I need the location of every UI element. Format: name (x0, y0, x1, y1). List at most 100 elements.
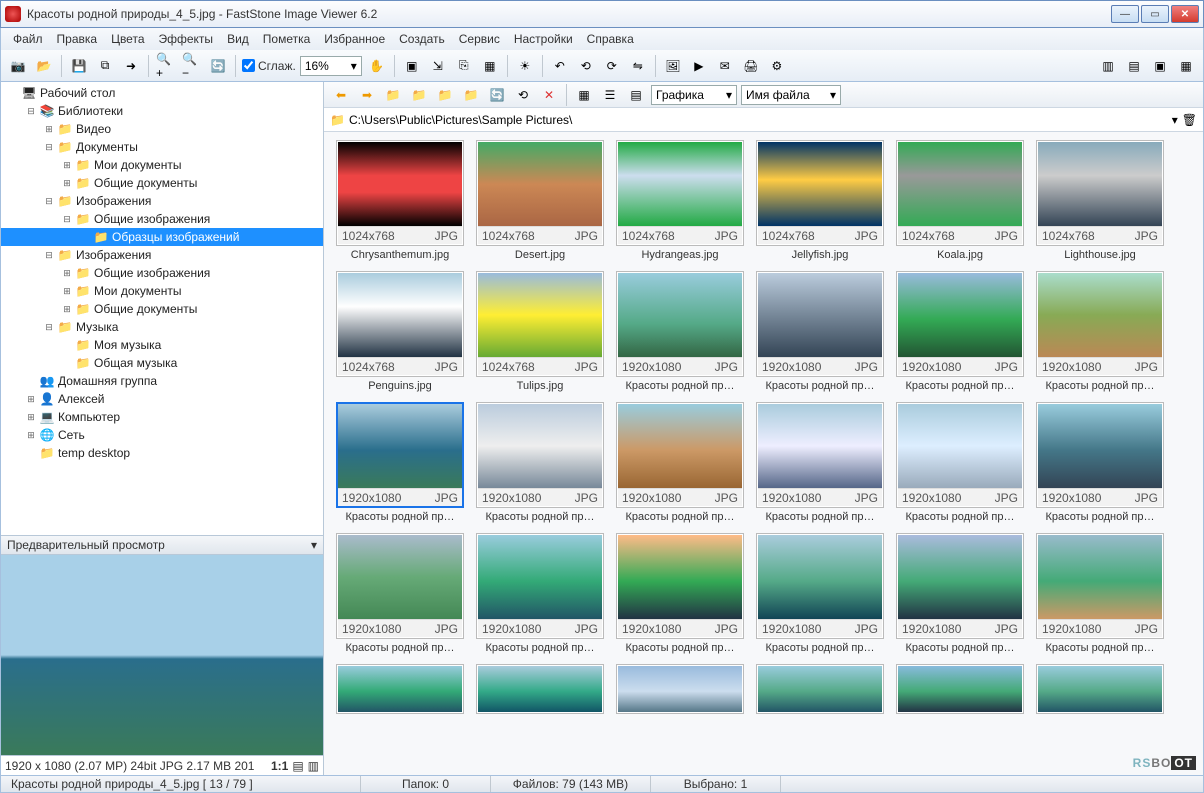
thumbnail[interactable]: 1024x768JPGDesert.jpg (476, 140, 604, 265)
menu-Создать[interactable]: Создать (393, 30, 451, 48)
trash-icon[interactable]: 🗑 (1182, 113, 1197, 127)
preview-pane[interactable] (1, 555, 323, 755)
wallpaper-icon[interactable]: 🖼 (662, 55, 684, 77)
thumbs-view-icon[interactable]: ▦ (573, 84, 595, 106)
minimize-button[interactable]: — (1111, 5, 1139, 23)
list-view-icon[interactable]: ☰ (599, 84, 621, 106)
copy-icon[interactable]: ⧉ (94, 55, 116, 77)
chevron-down-icon[interactable]: ▾ (311, 538, 317, 552)
sort-combo[interactable]: Имя файла▾ (741, 85, 841, 105)
close-button[interactable]: ✕ (1171, 5, 1199, 23)
path-dropdown-icon[interactable]: ▾ (1172, 113, 1178, 127)
canvas-icon[interactable]: ▦ (479, 55, 501, 77)
delete-icon[interactable]: ✕ (538, 84, 560, 106)
zoom-combo[interactable]: 16%▾ (300, 56, 362, 76)
tree-item[interactable]: ⊞👤Алексей (1, 390, 323, 408)
save-icon[interactable]: 💾 (68, 55, 90, 77)
menu-Настройки[interactable]: Настройки (508, 30, 579, 48)
maximize-button[interactable]: ▭ (1141, 5, 1169, 23)
thumbnail[interactable]: 1024x768JPGPenguins.jpg (336, 271, 464, 396)
tree-item[interactable]: ⊞📁Общие документы (1, 300, 323, 318)
thumbnail[interactable]: 1920x1080JPGКрасоты родной пр… (896, 402, 1024, 527)
thumbnail[interactable] (1036, 664, 1164, 714)
menu-Файл[interactable]: Файл (7, 30, 49, 48)
crop-icon[interactable]: ▣ (401, 55, 423, 77)
thumbnail[interactable]: 1920x1080JPGКрасоты родной пр… (336, 533, 464, 658)
resize-icon[interactable]: ⇲ (427, 55, 449, 77)
menu-Цвета[interactable]: Цвета (105, 30, 150, 48)
thumbnail[interactable]: 1920x1080JPGКрасоты родной пр… (896, 533, 1024, 658)
thumbnail[interactable]: 1920x1080JPGКрасоты родной пр… (1036, 402, 1164, 527)
tree-item[interactable]: ⊟📁Общие изображения (1, 210, 323, 228)
menu-Избранное[interactable]: Избранное (318, 30, 391, 48)
thumbnail[interactable] (896, 664, 1024, 714)
refresh-nav-icon[interactable]: 🔄 (486, 84, 508, 106)
tree-item[interactable]: ⊞📁Мои документы (1, 156, 323, 174)
stop-icon[interactable]: ⟲ (512, 84, 534, 106)
camera-icon[interactable]: 📷 (7, 55, 29, 77)
zoom-out-icon[interactable]: 🔍− (181, 55, 203, 77)
print-icon[interactable]: 🖨 (740, 55, 762, 77)
thumbnail[interactable] (616, 664, 744, 714)
tree-item[interactable]: ⊞📁Мои документы (1, 282, 323, 300)
thumbnail[interactable] (756, 664, 884, 714)
fav-3-icon[interactable]: 📁 (460, 84, 482, 106)
tree-item[interactable]: 👥Домашняя группа (1, 372, 323, 390)
settings-icon[interactable]: ⚙ (766, 55, 788, 77)
menu-Эффекты[interactable]: Эффекты (153, 30, 220, 48)
tree-item[interactable]: ⊞💻Компьютер (1, 408, 323, 426)
thumbnail-grid[interactable]: 1024x768JPGChrysanthemum.jpg1024x768JPGD… (324, 132, 1203, 775)
up-folder-icon[interactable]: 📁 (382, 84, 404, 106)
clone-icon[interactable]: ⎘ (453, 55, 475, 77)
view-4-icon[interactable]: ▦ (1175, 55, 1197, 77)
folder-tree[interactable]: 🖥Рабочий стол⊟📚Библиотеки⊞📁Видео⊟📁Докуме… (1, 82, 323, 535)
tree-item[interactable]: ⊟📁Документы (1, 138, 323, 156)
fav-2-icon[interactable]: 📁 (434, 84, 456, 106)
menu-Сервис[interactable]: Сервис (453, 30, 506, 48)
tree-item[interactable]: 📁Моя музыка (1, 336, 323, 354)
tree-item[interactable]: ⊟📁Изображения (1, 192, 323, 210)
thumbnail[interactable] (476, 664, 604, 714)
info-icon[interactable]: ▤ (292, 759, 303, 773)
thumbnail[interactable]: 1920x1080JPGКрасоты родной пр… (616, 402, 744, 527)
tree-item[interactable]: 📁temp desktop (1, 444, 323, 462)
ratio-icon[interactable]: 1:1 (271, 759, 288, 773)
tree-item[interactable]: ⊞📁Общие документы (1, 174, 323, 192)
thumbnail[interactable]: 1920x1080JPGКрасоты родной пр… (756, 402, 884, 527)
open-folder-icon[interactable]: 📂 (33, 55, 55, 77)
forward-icon[interactable]: ➡ (356, 84, 378, 106)
thumbnail[interactable]: 1920x1080JPGКрасоты родной пр… (476, 533, 604, 658)
slideshow-icon[interactable]: ▶ (688, 55, 710, 77)
detail-view-icon[interactable]: ▤ (625, 84, 647, 106)
thumbnail[interactable]: 1920x1080JPGКрасоты родной пр… (616, 533, 744, 658)
thumbnail[interactable]: 1024x768JPGLighthouse.jpg (1036, 140, 1164, 265)
thumbnail[interactable]: 1024x768JPGTulips.jpg (476, 271, 604, 396)
thumbnail[interactable]: 1920x1080JPGКрасоты родной пр… (756, 271, 884, 396)
undo-icon[interactable]: ↶ (549, 55, 571, 77)
thumbnail[interactable]: 1920x1080JPGКрасоты родной пр… (616, 271, 744, 396)
view-type-combo[interactable]: Графика▾ (651, 85, 737, 105)
tree-item[interactable]: ⊞🌐Сеть (1, 426, 323, 444)
rotate-right-icon[interactable]: ⟳ (601, 55, 623, 77)
zoom-in-icon[interactable]: 🔍+ (155, 55, 177, 77)
move-icon[interactable]: ➜ (120, 55, 142, 77)
path-input[interactable] (349, 113, 1168, 127)
thumbnail[interactable]: 1024x768JPGChrysanthemum.jpg (336, 140, 464, 265)
thumbnail[interactable]: 1920x1080JPGКрасоты родной пр… (756, 533, 884, 658)
back-icon[interactable]: ⬅ (330, 84, 352, 106)
tree-item[interactable]: 📁Общая музыка (1, 354, 323, 372)
flip-icon[interactable]: ⇋ (627, 55, 649, 77)
thumbnail[interactable]: 1024x768JPGKoala.jpg (896, 140, 1024, 265)
tree-item[interactable]: ⊟📚Библиотеки (1, 102, 323, 120)
smoothing-checkbox[interactable]: Сглаж. (242, 59, 296, 73)
tree-item[interactable]: ⊟📁Изображения (1, 246, 323, 264)
tree-item[interactable]: 🖥Рабочий стол (1, 84, 323, 102)
fav-1-icon[interactable]: 📁 (408, 84, 430, 106)
refresh-icon[interactable]: 🔄 (207, 55, 229, 77)
thumbnail[interactable]: 1920x1080JPGКрасоты родной пр… (896, 271, 1024, 396)
menu-Вид[interactable]: Вид (221, 30, 255, 48)
tree-item[interactable]: ⊟📁Музыка (1, 318, 323, 336)
histogram-icon[interactable]: ▥ (308, 759, 319, 773)
thumbnail[interactable]: 1024x768JPGHydrangeas.jpg (616, 140, 744, 265)
thumbnail[interactable] (336, 664, 464, 714)
